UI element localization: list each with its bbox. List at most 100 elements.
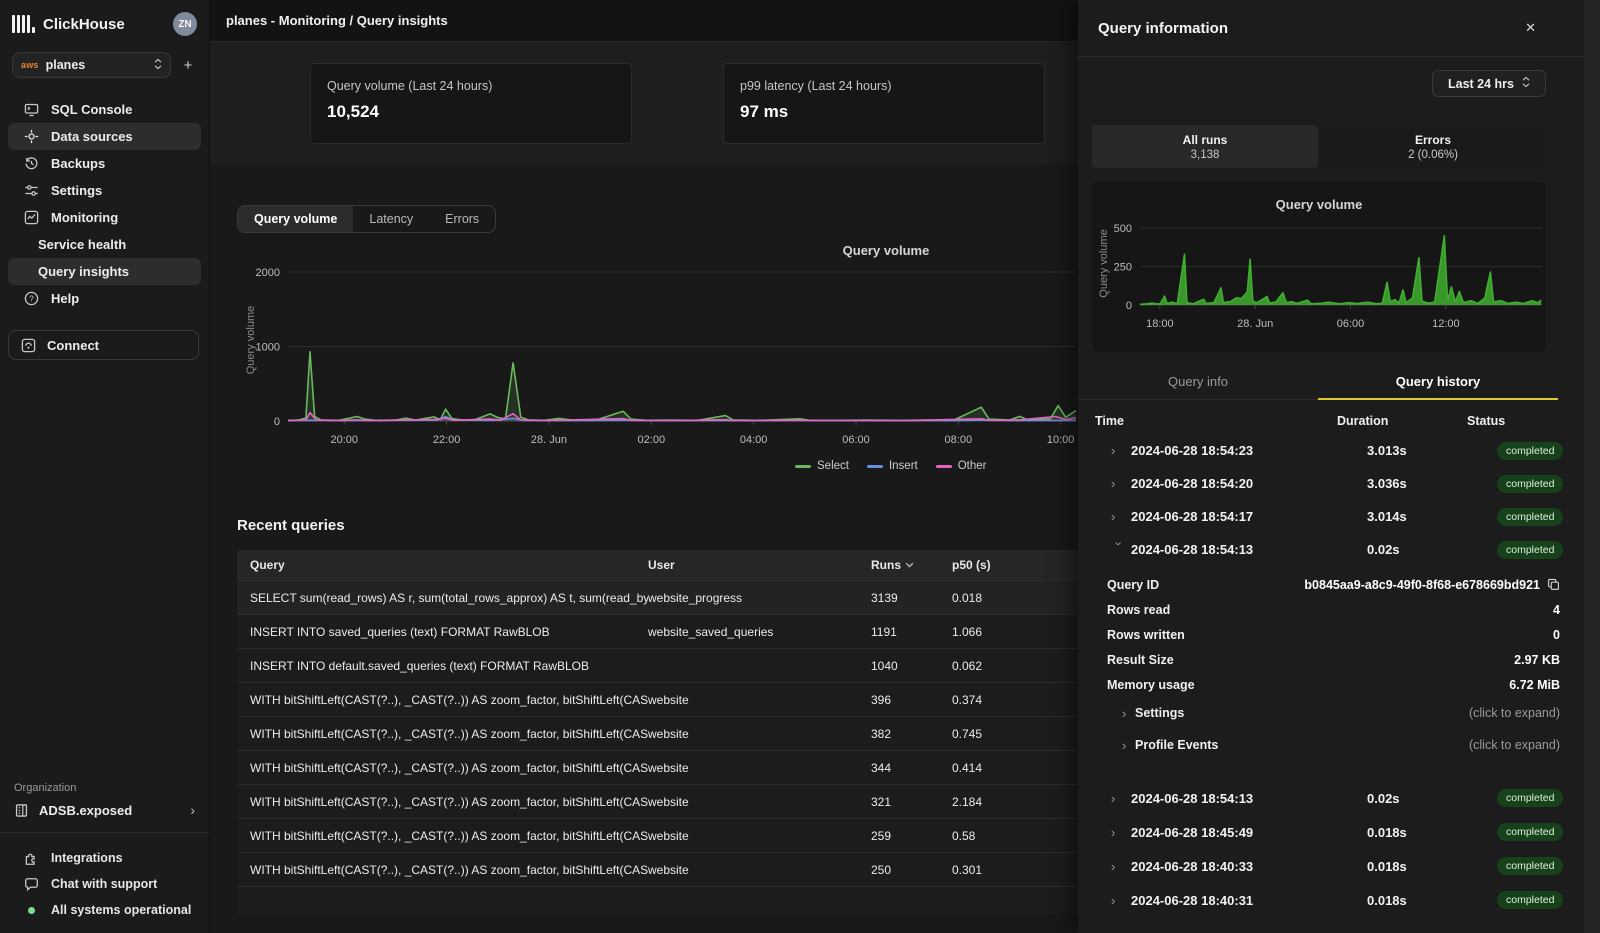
table-row[interactable]: SELECT sum(read_rows) AS r, sum(total_ro… — [237, 580, 1078, 614]
sidebar-item-data-sources[interactable]: Data sources — [8, 123, 201, 150]
column-header-query[interactable]: Query — [237, 558, 648, 572]
profile-events-expander[interactable]: › Profile Events (click to expand) — [1078, 729, 1600, 761]
query-cell: WITH bitShiftLeft(CAST(?..), _CAST(?..))… — [237, 727, 648, 741]
query-cell: WITH bitShiftLeft(CAST(?..), _CAST(?..))… — [237, 693, 648, 707]
sidebar-footer: Organization ADSB.exposed › Integrations… — [0, 782, 209, 933]
sidebar-item-integrations[interactable]: Integrations — [8, 845, 201, 871]
runs-cell: 1040 — [871, 659, 952, 673]
sidebar-item-label: Settings — [51, 183, 102, 198]
table-row[interactable]: WITH bitShiftLeft(CAST(?..), _CAST(?..))… — [237, 682, 1078, 716]
history-row[interactable]: › 2024-06-28 18:54:13 0.02s completed — [1078, 533, 1600, 566]
segment-all-runs[interactable]: All runs 3,138 — [1092, 125, 1318, 168]
detail-value: 0 — [1553, 628, 1560, 642]
column-header-runs[interactable]: Runs — [871, 558, 952, 572]
history-time: 2024-06-28 18:45:49 — [1131, 825, 1367, 840]
chart-legend: Select Insert Other — [795, 460, 987, 472]
time-range-select[interactable]: Last 24 hrs — [1432, 70, 1546, 97]
sidebar-item-label: Backups — [51, 156, 105, 171]
history-row[interactable]: › 2024-06-28 18:54:17 3.014s completed — [1078, 500, 1600, 533]
tab-query-volume[interactable]: Query volume — [238, 206, 353, 232]
sidebar-item-monitoring[interactable]: Monitoring — [8, 204, 201, 231]
segment-label: All runs — [1183, 133, 1228, 147]
svg-text:22:00: 22:00 — [433, 434, 461, 446]
table-row[interactable]: INSERT INTO saved_queries (text) FORMAT … — [237, 614, 1078, 648]
organization-row[interactable]: ADSB.exposed › — [0, 802, 209, 832]
chart-tabs-row: Query volume Latency Errors — [237, 205, 1078, 233]
table-row[interactable]: INSERT INTO default.saved_queries (text)… — [237, 648, 1078, 682]
sort-desc-icon — [905, 562, 914, 568]
history-row[interactable]: › 2024-06-28 18:54:13 0.02s completed — [1078, 781, 1600, 815]
workspace-name: planes — [46, 58, 147, 72]
connect-button[interactable]: Connect — [8, 330, 199, 360]
column-header-duration: Duration — [1337, 414, 1467, 428]
tab-latency[interactable]: Latency — [353, 206, 429, 232]
tab-query-info[interactable]: Query info — [1078, 366, 1318, 400]
panel-query-volume-chart: Query volumeQuery volume025050018:0028. … — [1092, 182, 1546, 352]
status-badge: completed — [1497, 442, 1563, 460]
segment-value: 3,138 — [1191, 149, 1220, 161]
query-details: Query ID b0845aa9-a8c9-49f0-8f68-e678669… — [1078, 572, 1600, 761]
history-row[interactable]: › 2024-06-28 18:54:23 3.013s completed — [1078, 434, 1600, 467]
add-service-button[interactable]: + — [179, 57, 197, 74]
expander-hint: (click to expand) — [1469, 706, 1560, 720]
stats-band: Query volume (Last 24 hours) 10,524 p99 … — [210, 42, 1078, 164]
sidebar-item-sql-console[interactable]: SQL Console — [8, 96, 201, 123]
system-status-row[interactable]: All systems operational — [8, 897, 201, 923]
sidebar-nav: SQL Console Data sources Backups Setting… — [0, 88, 209, 312]
runs-errors-segments: All runs 3,138 Errors 2 (0.06%) — [1092, 125, 1546, 168]
history-row[interactable]: › 2024-06-28 18:40:31 0.018s completed — [1078, 883, 1600, 917]
user-avatar[interactable]: ZN — [173, 12, 197, 36]
sidebar-item-settings[interactable]: Settings — [8, 177, 201, 204]
legend-item-other[interactable]: Other — [936, 460, 987, 472]
query-cell: INSERT INTO saved_queries (text) FORMAT … — [237, 625, 648, 639]
connect-label: Connect — [47, 338, 99, 353]
time-range-value: Last 24 hrs — [1448, 77, 1514, 91]
column-header-p50[interactable]: p50 (s) — [952, 558, 1078, 572]
svg-text:250: 250 — [1114, 262, 1132, 274]
legend-item-select[interactable]: Select — [795, 460, 849, 472]
stat-label: Query volume (Last 24 hours) — [327, 79, 615, 93]
legend-item-insert[interactable]: Insert — [867, 460, 918, 472]
table-row[interactable]: WITH bitShiftLeft(CAST(?..), _CAST(?..))… — [237, 852, 1078, 886]
chevron-right-icon: › — [1111, 893, 1131, 908]
sidebar-item-chat-support[interactable]: Chat with support — [8, 871, 201, 897]
workspace-select[interactable]: aws planes — [12, 52, 171, 78]
tab-errors[interactable]: Errors — [429, 206, 495, 232]
table-row[interactable]: WITH bitShiftLeft(CAST(?..), _CAST(?..))… — [237, 716, 1078, 750]
sidebar-item-backups[interactable]: Backups — [8, 150, 201, 177]
copy-icon[interactable] — [1547, 578, 1560, 591]
user-cell: website — [648, 795, 871, 809]
workspace-row: aws planes + — [0, 46, 209, 88]
sidebar-item-service-health[interactable]: Service health — [8, 231, 201, 258]
column-header-user[interactable]: User — [648, 558, 871, 572]
detail-label: Rows read — [1107, 603, 1170, 617]
updown-icon — [1522, 76, 1530, 91]
table-row[interactable]: WITH bitShiftLeft(CAST(?..), _CAST(?..))… — [237, 750, 1078, 784]
history-duration: 0.018s — [1367, 859, 1497, 874]
clickhouse-logo-icon — [12, 15, 35, 33]
table-row[interactable]: WITH bitShiftLeft(CAST(?..), _CAST(?..))… — [237, 818, 1078, 852]
p50-cell: 0.062 — [952, 659, 1078, 673]
panel-scroll-gutter[interactable] — [1584, 0, 1600, 933]
history-time: 2024-06-28 18:54:20 — [1131, 476, 1367, 491]
tab-query-history[interactable]: Query history — [1318, 366, 1558, 400]
user-cell: website_progress — [648, 591, 871, 605]
segment-errors[interactable]: Errors 2 (0.06%) — [1320, 125, 1546, 168]
column-header-status: Status — [1467, 414, 1600, 428]
p50-cell: 1.066 — [952, 625, 1078, 639]
sidebar-item-query-insights[interactable]: Query insights — [8, 258, 201, 285]
svg-text:18:00: 18:00 — [1146, 318, 1174, 330]
history-row[interactable]: › 2024-06-28 18:40:33 0.018s completed — [1078, 849, 1600, 883]
table-row[interactable]: WITH bitShiftLeft(CAST(?..), _CAST(?..))… — [237, 784, 1078, 818]
settings-expander[interactable]: › Settings (click to expand) — [1078, 697, 1600, 729]
p50-cell: 0.58 — [952, 829, 1078, 843]
status-badge: completed — [1497, 508, 1563, 526]
status-badge: completed — [1497, 823, 1563, 841]
history-row[interactable]: › 2024-06-28 18:45:49 0.018s completed — [1078, 815, 1600, 849]
close-icon[interactable]: ✕ — [1521, 16, 1540, 40]
sidebar-item-help[interactable]: ? Help — [8, 285, 201, 312]
query-cell: INSERT INTO default.saved_queries (text)… — [237, 659, 648, 673]
history-row[interactable]: › 2024-06-28 18:54:20 3.036s completed — [1078, 467, 1600, 500]
help-icon: ? — [24, 291, 39, 306]
history-header: Time Duration Status — [1078, 400, 1600, 434]
